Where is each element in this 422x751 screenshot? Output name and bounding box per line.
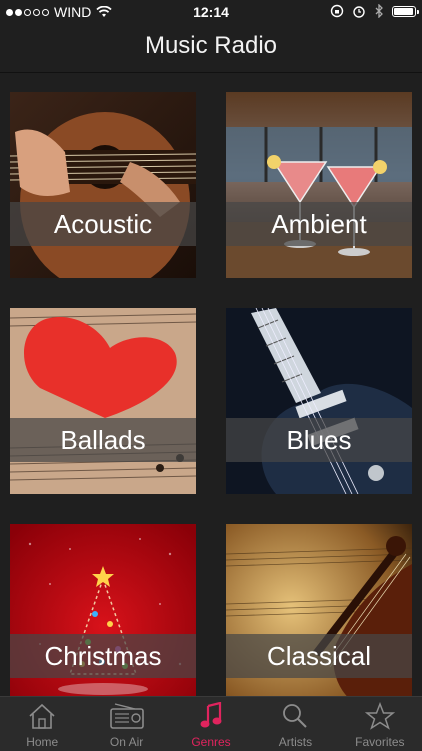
- genre-label: Classical: [226, 634, 412, 678]
- rotation-lock-icon: [330, 4, 344, 18]
- genre-tile-ballads[interactable]: Ballads: [10, 308, 196, 494]
- tab-artists[interactable]: Artists: [253, 697, 337, 751]
- genre-label: Ballads: [10, 418, 196, 462]
- electric-guitar-image: [226, 308, 412, 494]
- bluetooth-icon: [375, 4, 383, 18]
- genre-tile-classical[interactable]: Classical: [226, 524, 412, 696]
- tab-home[interactable]: Home: [0, 697, 84, 751]
- status-bar: WIND 12:14: [0, 0, 422, 24]
- status-right: [330, 4, 419, 18]
- page-title: Music Radio: [0, 24, 422, 73]
- genre-label: Ambient: [226, 202, 412, 246]
- genre-tile-acoustic[interactable]: Acoustic: [10, 92, 196, 278]
- genre-label: Acoustic: [10, 202, 196, 246]
- tab-favorites[interactable]: Favorites: [338, 697, 422, 751]
- radio-icon: [109, 703, 144, 729]
- tab-on-air[interactable]: On Air: [84, 697, 168, 751]
- heart-sheet-music-image: [10, 308, 196, 494]
- genre-grid: Acoustic Ambient Ballads Blues Christmas…: [0, 72, 422, 696]
- tab-label: On Air: [109, 735, 144, 749]
- genre-label: Christmas: [10, 634, 196, 678]
- acoustic-guitar-image: [10, 92, 196, 278]
- genre-tile-blues[interactable]: Blues: [226, 308, 412, 494]
- search-icon: [283, 704, 308, 728]
- tab-bar: Home On Air Genres Artists Favorites: [0, 696, 422, 751]
- tab-genres[interactable]: Genres: [169, 697, 253, 751]
- tab-label: Genres: [191, 735, 231, 749]
- battery-icon: [392, 5, 419, 17]
- home-icon: [29, 703, 55, 729]
- tab-label: Favorites: [355, 735, 405, 749]
- cocktails-image: [226, 92, 412, 278]
- star-icon: [364, 702, 395, 730]
- genre-label: Blues: [226, 418, 412, 462]
- genre-tile-ambient[interactable]: Ambient: [226, 92, 412, 278]
- alarm-icon: [353, 6, 365, 18]
- tab-label: Artists: [278, 735, 313, 749]
- tab-label: Home: [26, 735, 59, 749]
- music-note-icon: [200, 702, 222, 728]
- genre-tile-christmas[interactable]: Christmas: [10, 524, 196, 696]
